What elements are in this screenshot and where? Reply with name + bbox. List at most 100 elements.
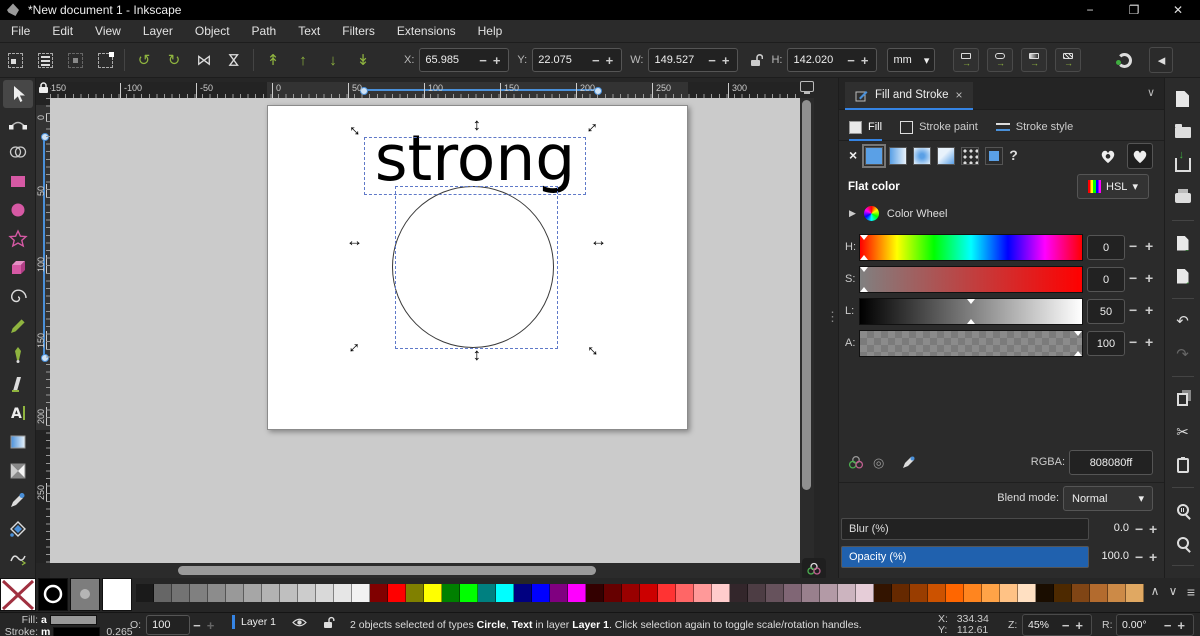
palette-swatch[interactable] (262, 584, 280, 602)
hue-slider[interactable] (859, 234, 1083, 261)
tab-fill[interactable]: Fill (849, 114, 882, 141)
palette-swatch[interactable] (136, 584, 154, 602)
menu-path[interactable]: Path (241, 20, 288, 43)
palette-swatch[interactable] (280, 584, 298, 602)
panel-resize-handle[interactable]: ⋮ (826, 310, 838, 350)
palette-swatch[interactable] (1054, 584, 1072, 602)
saturation-value[interactable]: 0 (1087, 267, 1125, 292)
close-icon[interactable]: ✕ (1156, 0, 1200, 20)
palette-swatch[interactable] (946, 584, 964, 602)
rotation-field[interactable]: 0.00°−+ (1116, 614, 1194, 636)
palette-swatch[interactable] (352, 584, 370, 602)
select-all-icon[interactable] (0, 47, 30, 73)
blur-minus[interactable]: − (1135, 521, 1143, 537)
paint-bucket-tool[interactable] (3, 515, 33, 543)
w-field[interactable]: 149.527−+ (648, 48, 738, 72)
paste-icon[interactable] (1169, 452, 1197, 478)
lightness-plus[interactable]: + (1145, 302, 1153, 318)
raise-icon[interactable]: ↑ (288, 47, 318, 73)
palette-swatch[interactable] (766, 584, 784, 602)
minimize-icon[interactable]: − (1068, 0, 1112, 20)
selection-handle-e[interactable]: ↔ (590, 234, 606, 248)
rotation-dec[interactable]: − (1161, 618, 1175, 633)
deselect-icon[interactable] (60, 47, 90, 73)
selection-box-icon[interactable] (90, 47, 120, 73)
rotate-ccw-icon[interactable]: ↺ (129, 47, 159, 73)
palette-swatch[interactable] (298, 584, 316, 602)
scale-corners-toggle[interactable]: → (987, 48, 1013, 72)
color-managed-view-icon[interactable] (802, 558, 826, 580)
palette-swatch[interactable] (676, 584, 694, 602)
lock-ratio-icon[interactable] (750, 53, 763, 67)
menu-extensions[interactable]: Extensions (386, 20, 467, 43)
cut-icon[interactable]: ✂ (1169, 419, 1197, 445)
dock-collapse-icon[interactable]: ∨ (1147, 86, 1155, 99)
opacity-slider[interactable]: Opacity (%) (841, 546, 1089, 568)
color-wheel-expander[interactable]: ▶ Color Wheel (849, 206, 947, 221)
menu-text[interactable]: Text (287, 20, 331, 43)
move-gradients-toggle[interactable]: → (1021, 48, 1047, 72)
palette-swatch[interactable] (514, 584, 532, 602)
palette-swatch[interactable] (244, 584, 262, 602)
palette-swatch[interactable] (532, 584, 550, 602)
selector-tool[interactable] (3, 80, 33, 108)
y-minus[interactable]: − (589, 53, 603, 68)
palette-swatch[interactable] (406, 584, 424, 602)
saturation-slider[interactable] (859, 266, 1083, 293)
palette-swatch[interactable] (1108, 584, 1126, 602)
palette-swatch[interactable] (730, 584, 748, 602)
shape-builder-tool[interactable] (3, 138, 33, 166)
canvas[interactable]: strong ↔ ↔ ↔ ↔ ↔ ↔ ↔ ↔ (50, 98, 800, 563)
palette-swatch[interactable] (1090, 584, 1108, 602)
h-plus[interactable]: + (858, 53, 872, 68)
palette-swatch[interactable] (478, 584, 496, 602)
horizontal-scrollbar[interactable] (50, 563, 800, 578)
opacity-plus[interactable]: + (1149, 549, 1157, 565)
lightness-value[interactable]: 50 (1087, 299, 1125, 324)
layer-lock-icon[interactable] (323, 616, 337, 629)
palette-swatch[interactable] (550, 584, 568, 602)
selection-handle-n[interactable]: ↔ (472, 117, 486, 133)
linear-gradient-icon[interactable] (889, 147, 907, 165)
opacity-minus[interactable]: − (1135, 549, 1143, 565)
palette-swatch[interactable] (316, 584, 334, 602)
lightness-slider[interactable] (859, 298, 1083, 325)
out-of-gamut-icon[interactable]: ◎ (873, 455, 884, 471)
palette-swatch[interactable] (820, 584, 838, 602)
menu-object[interactable]: Object (184, 20, 241, 43)
tab-stroke-paint[interactable]: Stroke paint (900, 114, 978, 141)
move-patterns-toggle[interactable]: → (1055, 48, 1081, 72)
mesh-gradient-icon[interactable] (937, 147, 955, 165)
undo-icon[interactable]: ↶ (1169, 308, 1197, 334)
x-minus[interactable]: − (476, 53, 490, 68)
print-icon[interactable] (1169, 185, 1197, 211)
alpha-plus[interactable]: + (1145, 334, 1153, 350)
fill-rule-evenodd-icon[interactable] (1095, 143, 1121, 169)
w-plus[interactable]: + (719, 53, 733, 68)
hue-value[interactable]: 0 (1087, 235, 1125, 260)
palette-swatch[interactable] (604, 584, 622, 602)
palette-swatch[interactable] (334, 584, 352, 602)
palette-white[interactable] (102, 578, 132, 611)
rgba-field[interactable]: 808080ff (1069, 450, 1153, 475)
palette-swatch[interactable] (802, 584, 820, 602)
pattern-icon[interactable] (961, 147, 979, 165)
palette-swatch[interactable] (460, 584, 478, 602)
import-icon[interactable]: → (1169, 230, 1197, 256)
alpha-slider[interactable] (859, 330, 1083, 357)
blur-slider[interactable]: Blur (%) (841, 518, 1089, 540)
palette-swatch[interactable] (622, 584, 640, 602)
palette-scroll-down-icon[interactable]: ∨ (1164, 584, 1182, 598)
palette-swatch[interactable] (1000, 584, 1018, 602)
y-plus[interactable]: + (603, 53, 617, 68)
palette-no-color[interactable] (0, 578, 36, 611)
new-document-icon[interactable] (1169, 86, 1197, 112)
palette-swatch[interactable] (928, 584, 946, 602)
redo-icon[interactable]: ↷ (1169, 341, 1197, 367)
horizontal-scrollbar-thumb[interactable] (178, 566, 596, 575)
palette-swatch[interactable] (712, 584, 730, 602)
h-field[interactable]: 142.020−+ (787, 48, 877, 72)
palette-swatch[interactable] (496, 584, 514, 602)
palette-swatch[interactable] (856, 584, 874, 602)
palette-swatch[interactable] (388, 584, 406, 602)
